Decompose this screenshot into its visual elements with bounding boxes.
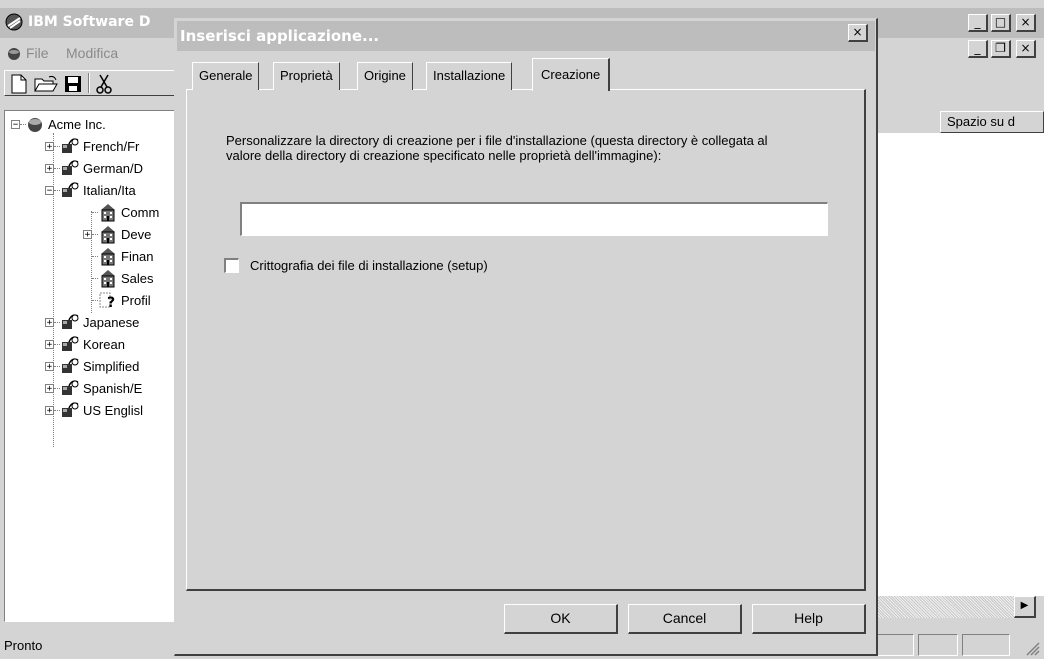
tree-item[interactable]: + Deve bbox=[83, 223, 151, 245]
status-text: Pronto bbox=[4, 638, 43, 653]
tree-item-label: Simplified bbox=[83, 358, 140, 374]
expand-toggle[interactable]: + bbox=[45, 141, 54, 151]
tree-item[interactable]: + Simplified bbox=[45, 355, 139, 377]
scroll-right-button[interactable]: ▶ bbox=[1014, 596, 1036, 618]
language-group-icon bbox=[60, 136, 80, 156]
tree-item-label: Deve bbox=[121, 226, 152, 242]
close-button[interactable]: × bbox=[1016, 14, 1036, 32]
child-minimize-button[interactable]: _ bbox=[968, 40, 988, 58]
expand-toggle[interactable]: + bbox=[45, 163, 54, 173]
building-icon bbox=[98, 246, 118, 266]
menu-file[interactable]: File bbox=[26, 45, 49, 61]
tab-proprieta[interactable]: Proprietà bbox=[273, 62, 340, 90]
svg-text:?: ? bbox=[107, 295, 115, 310]
tree-item-label: US Englisl bbox=[83, 402, 143, 418]
expand-toggle[interactable]: + bbox=[83, 229, 92, 239]
toolbar-separator bbox=[88, 73, 90, 93]
minimize-button[interactable]: _ bbox=[968, 14, 988, 32]
cut-icon[interactable] bbox=[96, 74, 112, 97]
resize-grip-icon[interactable] bbox=[1024, 640, 1040, 659]
column-header-space[interactable]: Spazio su d bbox=[940, 111, 1044, 133]
tree-item[interactable]: + German/D bbox=[45, 157, 143, 179]
tree-item-label: Profil bbox=[121, 292, 151, 308]
status-panel bbox=[962, 634, 1010, 656]
tab-generale[interactable]: Generale bbox=[192, 62, 260, 90]
new-file-icon[interactable] bbox=[10, 74, 28, 97]
tree-item[interactable]: + US Englisl bbox=[45, 399, 143, 421]
language-group-icon bbox=[60, 334, 80, 354]
tree-item[interactable]: + French/Fr bbox=[45, 135, 139, 157]
menu-modifica[interactable]: Modifica bbox=[66, 45, 118, 61]
collapse-toggle[interactable]: − bbox=[45, 185, 54, 195]
tab-panel bbox=[186, 89, 866, 591]
language-group-icon bbox=[60, 378, 80, 398]
tree-item-label: Acme Inc. bbox=[48, 116, 106, 132]
tree-item[interactable]: ? Profil bbox=[83, 289, 151, 311]
tree-item-label: German/D bbox=[83, 160, 143, 176]
tree-item-label: Finan bbox=[121, 248, 154, 264]
child-restore-button[interactable]: ❐ bbox=[991, 40, 1011, 58]
language-group-icon bbox=[60, 312, 80, 332]
tree-item[interactable]: + Japanese bbox=[45, 311, 139, 333]
expand-toggle[interactable]: + bbox=[45, 339, 54, 349]
company-icon bbox=[26, 115, 44, 133]
tree-item-label: Korean bbox=[83, 336, 125, 352]
app-logo-icon bbox=[4, 12, 24, 32]
expand-toggle[interactable]: + bbox=[45, 405, 54, 415]
collapse-toggle[interactable]: − bbox=[11, 119, 20, 129]
language-group-icon bbox=[60, 356, 80, 376]
ok-button[interactable]: OK bbox=[504, 604, 618, 634]
tree-item-label: French/Fr bbox=[83, 138, 140, 154]
tab-origine[interactable]: Origine bbox=[357, 62, 413, 90]
expand-toggle[interactable]: + bbox=[45, 361, 54, 371]
tree-item[interactable]: + Korean bbox=[45, 333, 125, 355]
build-directory-input[interactable] bbox=[240, 202, 828, 236]
expand-toggle[interactable]: + bbox=[45, 317, 54, 327]
tree-pane[interactable]: − Acme Inc. + French/Fr + German/D − Italian/… bbox=[4, 110, 176, 622]
building-icon bbox=[98, 202, 118, 222]
main-window-title: IBM Software D bbox=[28, 14, 151, 30]
expand-toggle[interactable]: + bbox=[45, 383, 54, 393]
encrypt-setup-label[interactable]: Crittografia dei file di installazione (… bbox=[250, 258, 488, 273]
save-icon[interactable] bbox=[64, 75, 82, 96]
status-panel bbox=[918, 634, 958, 656]
tree-item-label: Japanese bbox=[83, 314, 140, 330]
directory-description: Personalizzare la directory di creazione… bbox=[226, 133, 768, 163]
tree-item[interactable]: Finan bbox=[83, 245, 154, 267]
status-panel bbox=[876, 634, 914, 656]
tree-item-label: Italian/Ita bbox=[83, 182, 136, 198]
tree-item[interactable]: + Spanish/E bbox=[45, 377, 142, 399]
encrypt-setup-checkbox[interactable] bbox=[224, 258, 239, 273]
open-folder-icon[interactable] bbox=[34, 75, 58, 96]
cancel-button[interactable]: Cancel bbox=[628, 604, 742, 634]
horizontal-scrollbar[interactable] bbox=[870, 596, 1014, 618]
tree-item-label: Spanish/E bbox=[83, 380, 143, 396]
tree-item-label: Comm bbox=[121, 204, 160, 220]
help-button[interactable]: Help bbox=[752, 604, 866, 634]
tree-item-root[interactable]: − Acme Inc. bbox=[11, 113, 106, 135]
dialog-close-button[interactable]: × bbox=[848, 24, 868, 42]
file-menu-icon bbox=[6, 46, 22, 62]
tree-item[interactable]: Sales bbox=[83, 267, 154, 289]
dialog-title: Inserisci applicazione... bbox=[180, 27, 380, 45]
column-header-label: Spazio su d bbox=[947, 114, 1015, 129]
language-group-icon bbox=[60, 400, 80, 420]
building-icon bbox=[98, 224, 118, 244]
list-pane[interactable] bbox=[870, 133, 1044, 596]
tab-creazione[interactable]: Creazione bbox=[532, 58, 611, 91]
tree-item[interactable]: − Italian/Ita bbox=[45, 179, 136, 201]
profile-unknown-icon: ? bbox=[98, 290, 118, 311]
toolbar bbox=[4, 70, 176, 96]
language-group-icon bbox=[60, 180, 80, 200]
tab-installazione[interactable]: Installazione bbox=[426, 62, 513, 90]
maximize-button[interactable]: □ bbox=[991, 14, 1011, 32]
tree-item[interactable]: Comm bbox=[83, 201, 159, 223]
building-icon bbox=[98, 268, 118, 288]
child-close-button[interactable]: × bbox=[1016, 40, 1036, 58]
tree-item-label: Sales bbox=[121, 270, 154, 286]
language-group-icon bbox=[60, 158, 80, 178]
